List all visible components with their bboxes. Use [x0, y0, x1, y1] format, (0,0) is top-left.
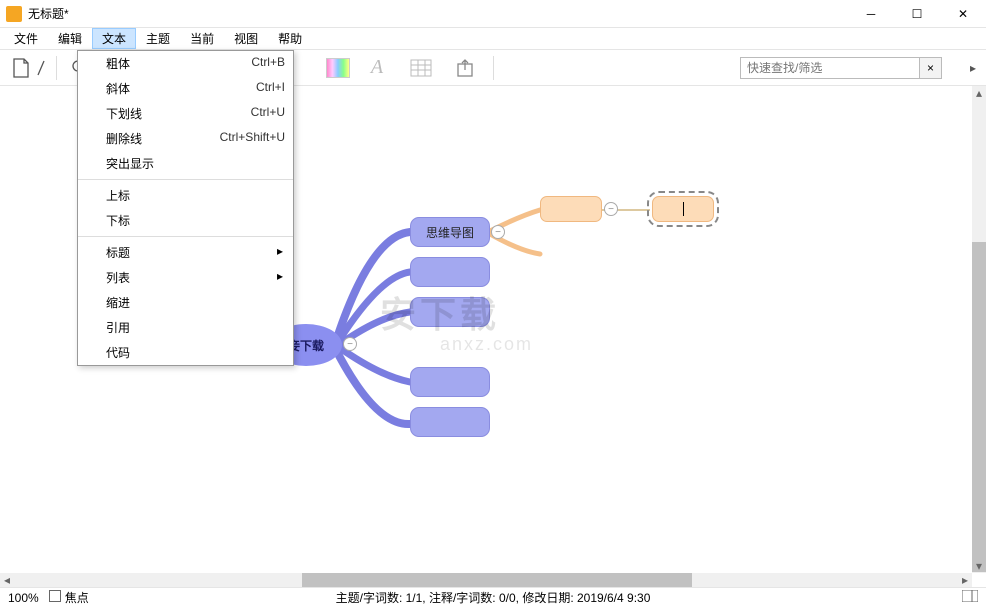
checkbox-icon[interactable] [49, 590, 61, 602]
scroll-up-icon[interactable]: ▴ [972, 86, 986, 100]
menu-item-underline[interactable]: 下划线Ctrl+U [78, 101, 293, 126]
status-text: 主题/字词数: 1/1, 注释/字词数: 0/0, 修改日期: 2019/6/4… [336, 589, 651, 606]
collapse-toggle-icon[interactable]: − [604, 202, 618, 216]
close-button[interactable]: ✕ [940, 0, 986, 28]
window-controls: ─ ☐ ✕ [848, 0, 986, 28]
search-box: × [740, 57, 942, 79]
layout-icon[interactable] [962, 590, 978, 605]
search-input[interactable] [740, 57, 920, 79]
focus-toggle[interactable]: 焦点 [49, 589, 89, 606]
menu-item-subscript[interactable]: 下标 [78, 208, 293, 233]
search-clear-button[interactable]: × [920, 57, 942, 79]
menu-file[interactable]: 文件 [4, 28, 48, 49]
table-icon[interactable] [401, 54, 441, 82]
scroll-down-icon[interactable]: ▾ [972, 559, 986, 573]
menubar: 文件 编辑 文本 主题 当前 视图 帮助 [0, 28, 986, 50]
menu-item-superscript[interactable]: 上标 [78, 183, 293, 208]
menu-separator [78, 236, 293, 237]
menu-topic[interactable]: 主题 [136, 28, 180, 49]
horizontal-scrollbar[interactable]: ◂ ▸ [0, 573, 972, 587]
mindmap-child-node[interactable] [410, 297, 490, 327]
menu-item-italic[interactable]: 斜体Ctrl+I [78, 76, 293, 101]
hscroll-thumb[interactable] [302, 573, 692, 587]
vertical-scrollbar[interactable]: ▴ ▾ [972, 86, 986, 573]
mindmap-grandchild-node[interactable] [540, 196, 602, 222]
statusbar: 100% 焦点 主题/字词数: 1/1, 注释/字词数: 0/0, 修改日期: … [0, 587, 986, 607]
menu-item-strikethrough[interactable]: 删除线Ctrl+Shift+U [78, 126, 293, 151]
window-title: 无标题* [28, 5, 848, 22]
menu-item-code[interactable]: 代码 [78, 340, 293, 365]
text-cursor [683, 202, 684, 216]
text-menu-dropdown: 粗体Ctrl+B 斜体Ctrl+I 下划线Ctrl+U 删除线Ctrl+Shif… [77, 50, 294, 366]
scroll-left-icon[interactable]: ◂ [0, 573, 14, 587]
chevron-right-icon[interactable]: ▸ [966, 54, 980, 82]
menu-current[interactable]: 当前 [180, 28, 224, 49]
collapse-toggle-icon[interactable]: − [343, 337, 357, 351]
maximize-button[interactable]: ☐ [894, 0, 940, 28]
zoom-level[interactable]: 100% [8, 591, 39, 605]
new-file-icon[interactable] [6, 54, 36, 82]
menu-view[interactable]: 视图 [224, 28, 268, 49]
share-icon[interactable] [445, 54, 485, 82]
menu-item-highlight[interactable]: 突出显示 [78, 151, 293, 176]
child-label: 思维导图 [426, 224, 474, 241]
menu-edit[interactable]: 编辑 [48, 28, 92, 49]
watermark-sub: anxz.com [440, 334, 533, 355]
minimize-button[interactable]: ─ [848, 0, 894, 28]
mindmap-child-node[interactable] [410, 367, 490, 397]
toolbar-separator [493, 56, 494, 80]
titlebar: 无标题* ─ ☐ ✕ [0, 0, 986, 28]
focus-label: 焦点 [65, 591, 89, 605]
mindmap-editing-node[interactable] [652, 196, 714, 222]
menu-item-list[interactable]: 列表▸ [78, 265, 293, 290]
menu-item-heading[interactable]: 标题▸ [78, 240, 293, 265]
font-style-icon[interactable]: A [357, 54, 397, 82]
collapse-toggle-icon[interactable]: − [491, 225, 505, 239]
menu-separator [78, 179, 293, 180]
color-picker-icon[interactable] [323, 54, 353, 82]
edit-icon[interactable] [34, 54, 48, 82]
mindmap-child-node[interactable] [410, 257, 490, 287]
scroll-right-icon[interactable]: ▸ [958, 573, 972, 587]
toolbar-separator [56, 56, 57, 80]
mindmap-child-node[interactable]: 思维导图 [410, 217, 490, 247]
app-icon [6, 6, 22, 22]
vscroll-thumb[interactable] [972, 242, 986, 572]
menu-item-indent[interactable]: 缩进 [78, 290, 293, 315]
menu-item-quote[interactable]: 引用 [78, 315, 293, 340]
menu-text[interactable]: 文本 [92, 28, 136, 49]
menu-item-bold[interactable]: 粗体Ctrl+B [78, 51, 293, 76]
menu-help[interactable]: 帮助 [268, 28, 312, 49]
mindmap-child-node[interactable] [410, 407, 490, 437]
